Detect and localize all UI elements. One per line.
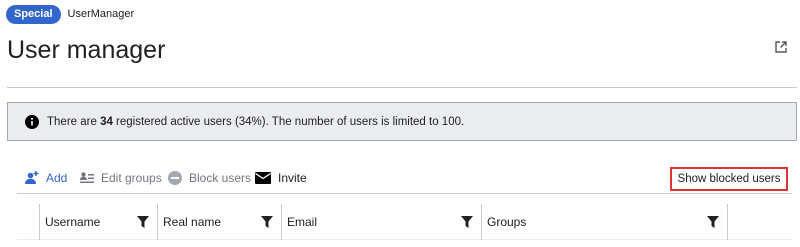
block-users-label: Block users (189, 171, 252, 185)
column-real-name[interactable]: Real name (157, 204, 281, 240)
users-notice: There are 34 registered active users (34… (7, 102, 797, 141)
invite-label: Invite (278, 171, 307, 185)
active-user-count: 34 (100, 115, 113, 128)
filter-icon[interactable] (707, 216, 719, 228)
column-email-label: Email (287, 215, 318, 229)
breadcrumb-page: UserManager (67, 8, 135, 20)
column-email[interactable]: Email (281, 204, 481, 240)
mail-icon (255, 172, 271, 184)
edit-groups-label: Edit groups (101, 171, 162, 185)
filter-icon[interactable] (461, 216, 473, 228)
special-badge: Special (6, 4, 61, 24)
column-divider (727, 204, 728, 240)
notice-text: There are 34 registered active users (34… (47, 115, 465, 128)
breadcrumb: Special UserManager (6, 4, 134, 24)
users-table-header: Username Real name Email Groups (17, 204, 792, 240)
edit-groups-icon (80, 172, 94, 183)
toolbar: Add Edit groups Block users Invite Show … (17, 164, 792, 194)
column-groups-label: Groups (487, 215, 527, 229)
popout-icon[interactable] (775, 41, 787, 53)
title-divider (7, 87, 797, 88)
page-title: User manager (7, 36, 166, 64)
column-username-label: Username (45, 215, 101, 229)
filter-icon[interactable] (261, 216, 273, 228)
add-label: Add (46, 171, 68, 185)
add-user-button[interactable]: Add (25, 164, 67, 192)
column-groups[interactable]: Groups (481, 204, 727, 240)
column-real-name-label: Real name (163, 215, 222, 229)
show-blocked-users-button[interactable]: Show blocked users (670, 167, 788, 191)
add-user-icon (25, 171, 39, 184)
invite-button[interactable]: Invite (255, 164, 307, 192)
info-icon (25, 114, 39, 129)
block-users-button[interactable]: Block users (168, 164, 251, 192)
block-icon (168, 171, 182, 185)
filter-icon[interactable] (137, 216, 149, 228)
column-username[interactable]: Username (39, 204, 157, 240)
edit-groups-button[interactable]: Edit groups (80, 164, 162, 192)
